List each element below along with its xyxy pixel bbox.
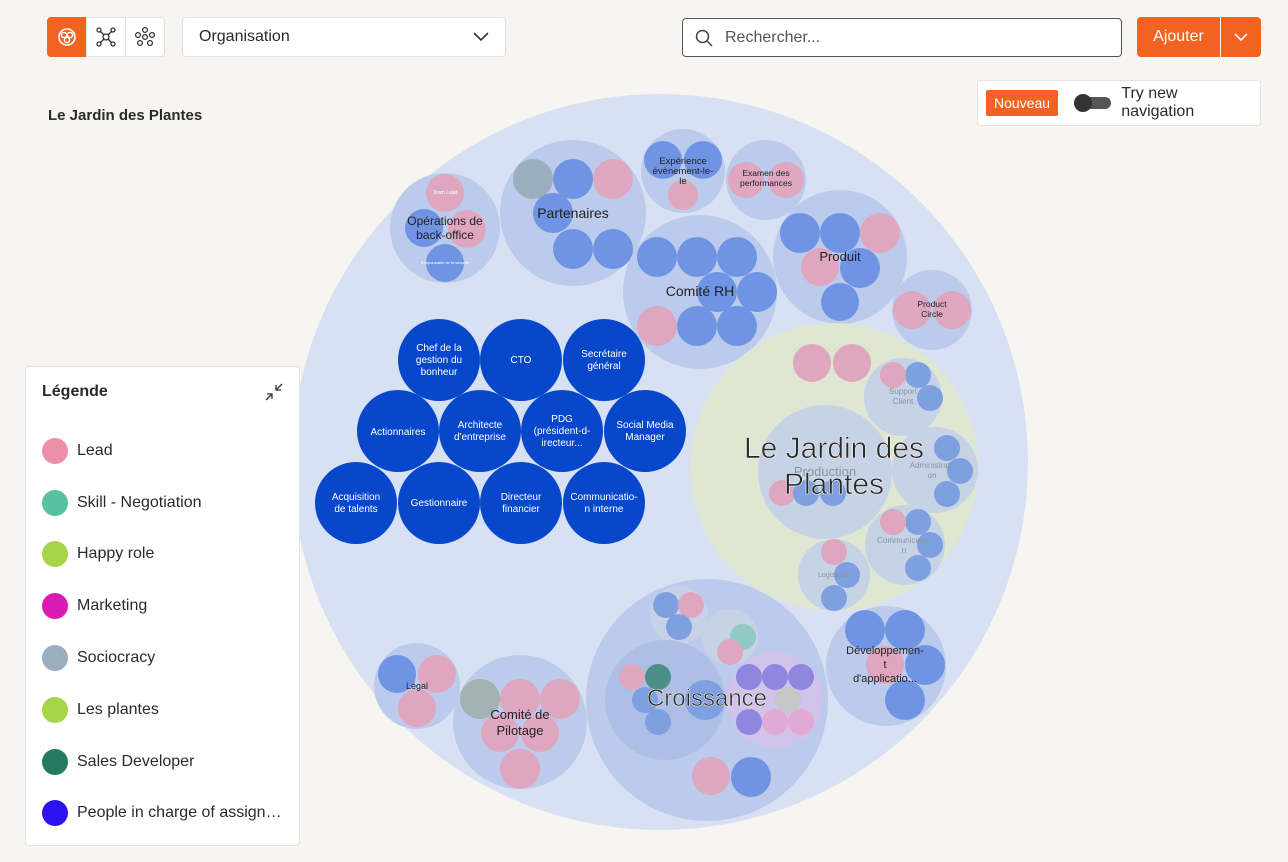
circle-partenaires[interactable]: Partenaires <box>500 140 646 286</box>
circle-produit[interactable]: Produit <box>773 190 907 324</box>
role-chef-gestion-bonheur[interactable]: Chef de la gestion du bonheur <box>398 319 480 401</box>
legend-label: Marketing <box>77 597 148 615</box>
role-acquisition-talents[interactable]: Acquisition de talents <box>315 462 397 544</box>
legend-label: Skill - Negotiation <box>77 493 202 511</box>
role-pdg[interactable]: PDG (président-d-irecteur... <box>521 390 603 472</box>
circle-label-operations: Opérations de back-office <box>407 214 483 242</box>
role-label: Responsable de la sécurité <box>421 260 470 265</box>
circle-label-croissance: Croissance <box>647 685 767 712</box>
circle-label-product-circle: Product Circle <box>917 299 947 319</box>
legend-item: Happy role <box>42 529 283 581</box>
svg-text:Secrétairegénéral: Secrétaire général <box>581 349 627 372</box>
legend-color-dot <box>42 437 68 464</box>
circle-comite-rh[interactable]: Comité RH <box>623 215 777 369</box>
circle-label-partenaires: Partenaires <box>537 205 609 221</box>
legend-item: Sales Developer <box>42 736 283 788</box>
circle-legal[interactable]: Légal <box>374 643 460 729</box>
circle-examen-performances[interactable]: Examen des performances <box>726 140 806 220</box>
legend-color-dot <box>42 696 68 723</box>
circle-product-circle[interactable]: Product Circle <box>892 270 972 350</box>
svg-text:Gestionnaire: Gestionnaire <box>411 498 468 509</box>
legend-label: Happy role <box>77 545 155 563</box>
circle-croissance[interactable]: Croissance <box>586 579 828 821</box>
legend-color-dot <box>42 748 68 775</box>
circle-label-examen: Examen des performances <box>740 168 792 188</box>
legend-label: People in charge of assignat... <box>77 804 283 822</box>
role-architecte-entreprise[interactable]: Architecte d'entreprise <box>439 390 521 472</box>
svg-text:Chef de lagestion dubonheur: Chef de la gestion du bonheur <box>416 343 462 378</box>
svg-text:Acquisitionde talents: Acquisition de talents <box>332 492 380 515</box>
legend-item: Les plantes <box>42 684 283 736</box>
circle-experience-evenement[interactable]: Expérience évènement-le-le <box>641 129 725 213</box>
legend-item: Sociocracy <box>42 632 283 684</box>
role-secretaire-general[interactable]: Secrétaire général <box>563 319 645 401</box>
circle-label-produit: Produit <box>819 249 861 264</box>
circle-label-comite-rh: Comité RH <box>666 283 734 299</box>
role-actionnaires[interactable]: Actionnaires <box>357 390 439 472</box>
legend-label: Sociocracy <box>77 649 156 667</box>
legend-list: Lead Skill - Negotiation Happy role Mark… <box>42 425 283 839</box>
collapse-icon[interactable] <box>265 383 283 401</box>
legend-label: Les plantes <box>77 700 159 718</box>
circle-core[interactable]: Production Support Client Administrati-on… <box>690 323 978 611</box>
legend-panel: Légende Lead Skill - Negotiation Happy r… <box>25 366 300 846</box>
team-lead-label: Team Lead <box>433 190 458 196</box>
legend-label: Sales Developer <box>77 752 195 770</box>
circle-label-pilotage: Comité de Pilotage <box>490 707 549 738</box>
legend-title: Légende <box>42 383 108 400</box>
role-cto[interactable]: CTO <box>480 319 562 401</box>
role-social-media-manager[interactable]: Social Media Manager <box>604 390 686 472</box>
legend-color-dot <box>42 489 68 516</box>
role-communication-interne[interactable]: Communicatio-n interne <box>563 462 645 544</box>
legend-color-dot <box>42 800 68 827</box>
legend-label: Lead <box>77 441 113 459</box>
legend-item: People in charge of assignat... <box>42 788 283 840</box>
svg-text:CTO: CTO <box>511 355 532 366</box>
circle-comite-pilotage[interactable]: Comité de Pilotage <box>453 655 587 789</box>
svg-text:Architected'entreprise: Architecte d'entreprise <box>454 420 506 443</box>
role-gestionnaire[interactable]: Gestionnaire <box>398 462 480 544</box>
legend-color-dot <box>42 593 68 620</box>
circle-operations-back-office[interactable]: Team Lead Responsable de la sécurité Opé… <box>390 173 500 283</box>
legend-item: Lead <box>42 425 283 477</box>
svg-text:Directeurfinancier: Directeur financier <box>501 492 542 515</box>
legend-color-dot <box>42 645 68 672</box>
svg-text:Actionnaires: Actionnaires <box>370 427 425 438</box>
circle-developpement-applications[interactable]: Développemen-t d'applicatio... <box>826 606 946 726</box>
legend-color-dot <box>42 541 68 568</box>
circle-label-logistique: Logistique <box>818 572 850 579</box>
circle-label-legal: Légal <box>406 681 428 691</box>
legend-header: Légende <box>42 383 283 401</box>
legend-item: Skill - Negotiation <box>42 477 283 529</box>
role-directeur-financier[interactable]: Directeur financier <box>480 462 562 544</box>
legend-item: Marketing <box>42 580 283 632</box>
